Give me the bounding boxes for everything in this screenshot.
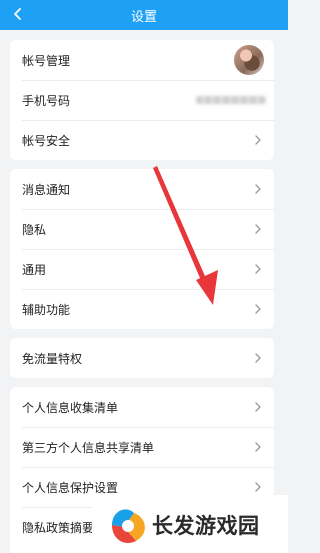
watermark-logo-icon [112,509,145,544]
watermark-text: 长发游戏园 [152,514,260,538]
annotation-arrow [153,166,218,305]
